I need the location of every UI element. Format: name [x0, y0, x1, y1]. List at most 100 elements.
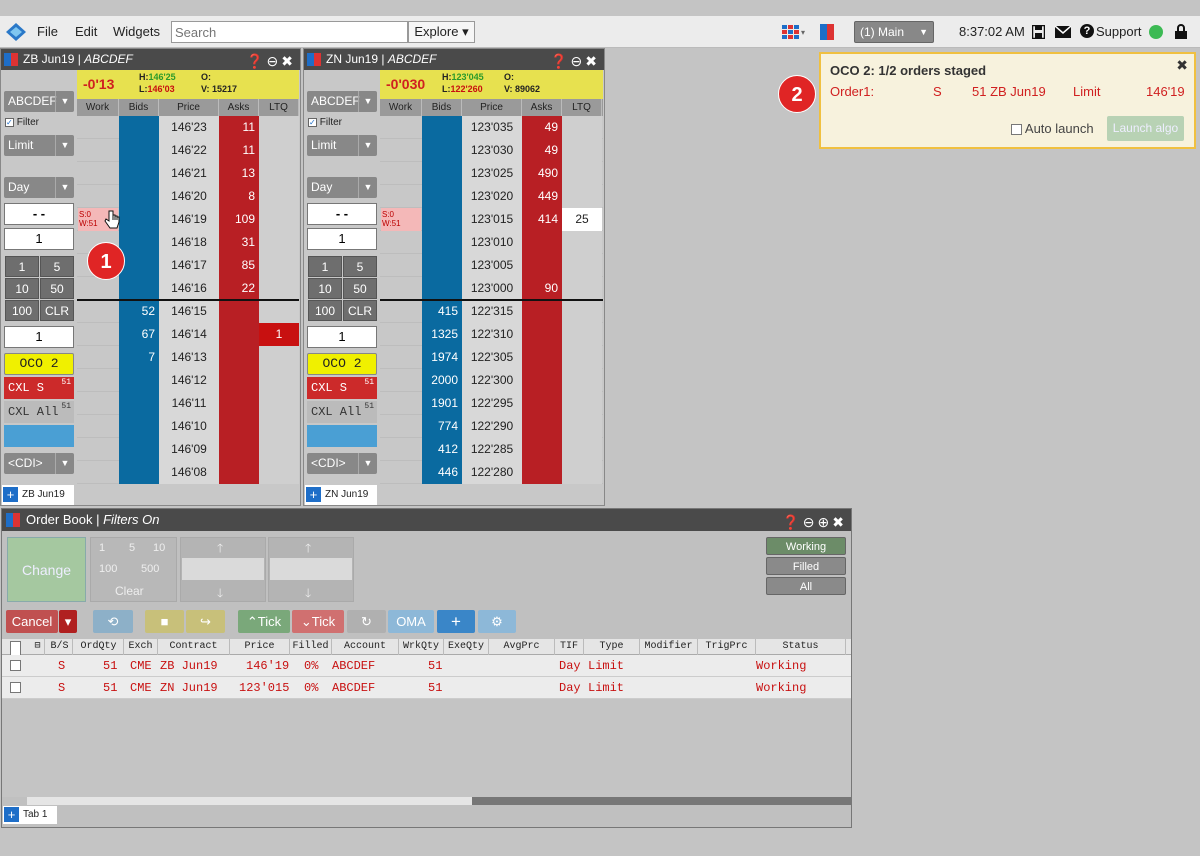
ladder-row[interactable]: 415 122'315	[380, 300, 603, 323]
ltq-cell[interactable]	[259, 116, 299, 139]
bid-cell[interactable]	[422, 185, 462, 208]
support-link[interactable]: Support	[1096, 24, 1142, 39]
ltq-cell[interactable]	[562, 254, 602, 277]
work-cell[interactable]	[380, 300, 422, 323]
ladder-row[interactable]: 123'010	[380, 231, 603, 254]
ladder-row[interactable]: 123'030 49	[380, 139, 603, 162]
price-cell[interactable]: 122'305	[462, 346, 522, 369]
working-order-label[interactable]: S:0 W:51	[381, 208, 421, 231]
work-cell[interactable]	[77, 438, 119, 461]
work-cell[interactable]	[77, 346, 119, 369]
bid-cell[interactable]: 1974	[422, 346, 462, 369]
help-icon[interactable]: ❓	[246, 53, 266, 69]
work-cell[interactable]	[380, 231, 422, 254]
add-tab-icon[interactable]: +	[4, 806, 19, 822]
ask-cell[interactable]: 90	[522, 277, 562, 300]
zn-tab[interactable]: + ZN Jun19	[305, 485, 377, 505]
qty-input-2[interactable]: 1	[307, 326, 377, 348]
col-bs[interactable]: B/S	[47, 639, 73, 655]
ladder-row[interactable]: 123'020 449	[380, 185, 603, 208]
cdi-select[interactable]: <CDI>	[307, 453, 377, 474]
ladder-row[interactable]: 146'22 11	[77, 139, 299, 162]
ask-cell[interactable]	[522, 231, 562, 254]
col-filled[interactable]: Filled	[290, 639, 332, 655]
bid-cell[interactable]	[119, 369, 159, 392]
zb-titlebar[interactable]: ZB Jun19 | ABCDEF ❓⊖✖	[1, 49, 300, 70]
work-cell[interactable]	[380, 139, 422, 162]
ask-cell[interactable]	[522, 254, 562, 277]
bid-cell[interactable]	[119, 438, 159, 461]
bid-cell[interactable]	[119, 208, 159, 231]
ltq-cell[interactable]	[259, 231, 299, 254]
col-account[interactable]: Account	[332, 639, 399, 655]
price-cell[interactable]: 122'290	[462, 415, 522, 438]
price-cell[interactable]: 146'08	[159, 461, 219, 484]
cdi-select[interactable]: <CDI>	[4, 453, 74, 474]
price-cell[interactable]: 123'030	[462, 139, 522, 162]
work-cell[interactable]	[380, 346, 422, 369]
price-cell[interactable]: 122'310	[462, 323, 522, 346]
price-cell[interactable]: 146'13	[159, 346, 219, 369]
ladder-widget-icon[interactable]	[820, 24, 834, 40]
ltq-cell[interactable]	[259, 461, 299, 484]
help-icon[interactable]: ?	[1080, 24, 1094, 38]
ladder-row[interactable]: 1325 122'310	[380, 323, 603, 346]
ladder-row[interactable]: 67 146'14 1	[77, 323, 299, 346]
col-type[interactable]: Type	[584, 639, 640, 655]
work-cell[interactable]	[380, 254, 422, 277]
bid-cell[interactable]	[422, 208, 462, 231]
zb-tab[interactable]: + ZB Jun19	[2, 485, 74, 505]
ladder-row[interactable]: 774 122'290	[380, 415, 603, 438]
ltq-cell[interactable]	[562, 277, 602, 300]
work-cell[interactable]	[380, 277, 422, 300]
price-cell[interactable]: 146'16	[159, 277, 219, 300]
ltq-cell[interactable]	[259, 392, 299, 415]
price-stepper-1[interactable]: 🡑 🡓	[180, 537, 266, 602]
ask-cell[interactable]	[219, 300, 259, 323]
change-order-button[interactable]: Change	[7, 537, 86, 602]
zn-titlebar[interactable]: ZN Jun19 | ABCDEF ❓⊖✖	[304, 49, 604, 70]
minimize-icon[interactable]: ⊖	[803, 514, 818, 530]
checkbox-checked-icon[interactable]: ✓	[5, 117, 14, 127]
settings-icon[interactable]: ⚙	[478, 610, 516, 633]
minimize-icon[interactable]: ⊖	[571, 53, 586, 69]
account-select[interactable]: ABCDEF	[307, 91, 377, 112]
col-status[interactable]: Status	[756, 639, 846, 655]
cancel-all-button[interactable]: CXL All 51	[4, 401, 74, 423]
ask-cell[interactable]	[522, 369, 562, 392]
ltq-cell[interactable]	[259, 300, 299, 323]
work-cell[interactable]	[380, 369, 422, 392]
price-cell[interactable]: 146'17	[159, 254, 219, 277]
ltq-cell[interactable]	[562, 185, 602, 208]
work-cell[interactable]	[380, 185, 422, 208]
bid-cell[interactable]	[119, 254, 159, 277]
filter-all-button[interactable]: All	[766, 577, 846, 595]
launch-algo-button[interactable]: Launch algo	[1107, 116, 1184, 141]
ask-cell[interactable]: 490	[522, 162, 562, 185]
ltq-cell[interactable]	[562, 116, 602, 139]
add-tab-icon[interactable]: +	[3, 486, 18, 502]
arrow-down-icon[interactable]: 🡓	[217, 584, 223, 605]
work-cell[interactable]	[77, 139, 119, 162]
stop-icon[interactable]: ■	[145, 610, 184, 633]
price-cell[interactable]: 146'10	[159, 415, 219, 438]
ask-cell[interactable]	[219, 346, 259, 369]
history-icon[interactable]: ⟲	[93, 610, 133, 633]
qty-key-50[interactable]: 50	[343, 278, 377, 299]
qty-key-50[interactable]: 50	[40, 278, 74, 299]
ask-cell[interactable]: 31	[219, 231, 259, 254]
row-checkbox[interactable]	[10, 660, 21, 671]
bid-cell[interactable]	[422, 162, 462, 185]
ladder-row[interactable]: 146'16 22	[77, 277, 299, 300]
ladder-row[interactable]: 146'08	[77, 461, 299, 484]
col-trigprc[interactable]: TrigPrc	[698, 639, 756, 655]
work-cell[interactable]: S:0 W:51	[380, 208, 422, 231]
work-cell[interactable]	[380, 323, 422, 346]
close-icon[interactable]: ✖	[281, 53, 296, 69]
ladder-row[interactable]: 52 146'15	[77, 300, 299, 323]
order-type-select[interactable]: Limit	[4, 135, 74, 156]
ltq-cell[interactable]	[562, 415, 602, 438]
ltq-cell[interactable]	[562, 346, 602, 369]
work-cell[interactable]	[380, 116, 422, 139]
qty-key-100[interactable]: 100	[99, 563, 117, 575]
